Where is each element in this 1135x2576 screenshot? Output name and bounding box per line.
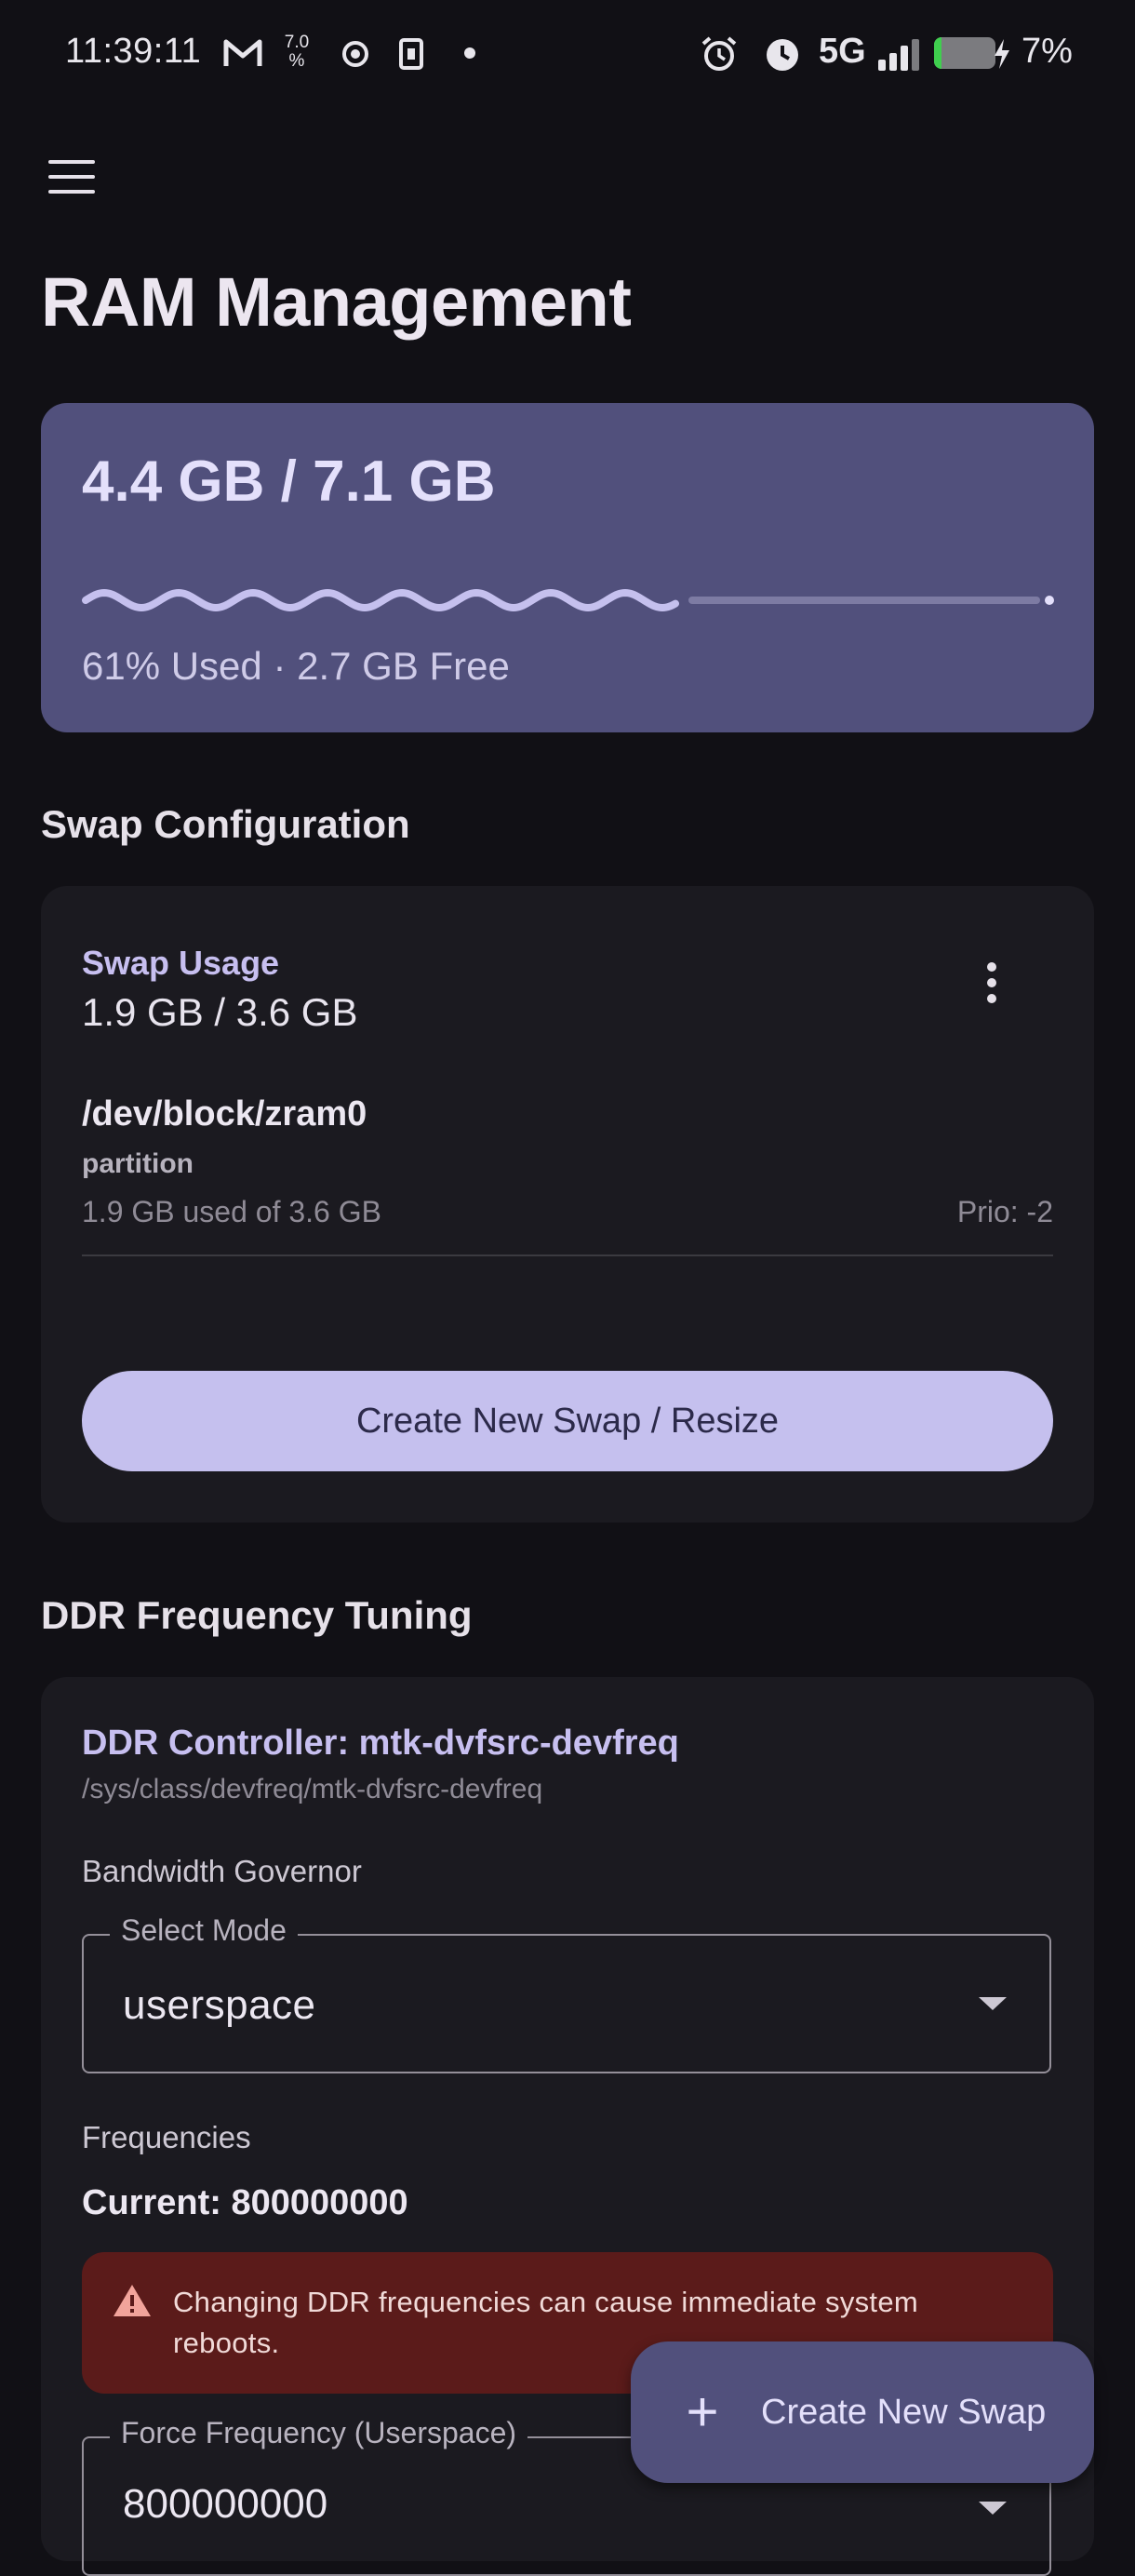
chevron-down-icon[interactable] xyxy=(979,1997,1007,2010)
record-icon xyxy=(342,41,368,67)
more-options-icon[interactable] xyxy=(973,962,1010,1018)
fab-label: Create New Swap xyxy=(761,2392,1047,2432)
clock-icon xyxy=(767,39,798,71)
warning-icon xyxy=(114,2285,151,2316)
divider xyxy=(82,1254,1053,1256)
alarm-icon xyxy=(701,36,737,71)
chevron-down-icon[interactable] xyxy=(979,2502,1007,2515)
signal-icon xyxy=(878,39,919,71)
current-frequency: Current: 800000000 xyxy=(82,2183,408,2222)
ram-progress-bar xyxy=(82,588,1054,612)
swap-device-priority: Prio: -2 xyxy=(956,1195,1053,1228)
charging-icon xyxy=(995,39,1009,69)
ram-progress-end-dot xyxy=(1045,596,1054,605)
ddr-controller-path: /sys/class/devfreq/mtk-dvfsrc-devfreq xyxy=(82,1774,543,1805)
select-mode-legend: Select Mode xyxy=(110,1913,298,1948)
ram-usage-value: 4.4 GB / 7.1 GB xyxy=(82,449,496,514)
gmail-icon xyxy=(223,39,262,66)
ram-progress-filled xyxy=(82,588,679,612)
swap-section-title: Swap Configuration xyxy=(41,802,410,846)
data-speed-top: 7.0 xyxy=(284,33,310,52)
page-title: RAM Management xyxy=(41,263,632,341)
sim-icon xyxy=(399,38,423,70)
create-swap-resize-button[interactable]: Create New Swap / Resize xyxy=(82,1371,1053,1471)
dot-icon xyxy=(464,47,475,59)
network-type: 5G xyxy=(819,32,866,71)
swap-device-used: 1.9 GB used of 3.6 GB xyxy=(82,1195,381,1228)
data-speed-icon: 7.0 % xyxy=(283,34,311,74)
governor-select-value: userspace xyxy=(123,1982,316,2028)
battery-icon xyxy=(934,37,995,69)
battery-percent: 7% xyxy=(1022,32,1073,71)
swap-usage-value: 1.9 GB / 3.6 GB xyxy=(82,990,358,1034)
force-frequency-value: 800000000 xyxy=(123,2481,328,2527)
ram-usage-summary: 61% Used · 2.7 GB Free xyxy=(82,644,510,688)
frequencies-label: Frequencies xyxy=(82,2120,251,2154)
bandwidth-governor-label: Bandwidth Governor xyxy=(82,1854,362,1888)
data-speed-bottom: % xyxy=(288,51,305,71)
create-new-swap-fab[interactable]: + Create New Swap xyxy=(631,2341,1094,2483)
ddr-section-title: DDR Frequency Tuning xyxy=(41,1593,473,1637)
ddr-controller-name: DDR Controller: mtk-dvfsrc-devfreq xyxy=(82,1724,679,1763)
force-frequency-legend: Force Frequency (Userspace) xyxy=(110,2416,528,2450)
swap-device-name: /dev/block/zram0 xyxy=(82,1094,367,1134)
plus-icon: + xyxy=(686,2381,719,2443)
swap-device-type: partition xyxy=(82,1148,194,1179)
hamburger-menu-icon[interactable] xyxy=(48,160,95,194)
status-time: 11:39:11 xyxy=(65,32,202,71)
swap-usage-label: Swap Usage xyxy=(82,944,280,982)
